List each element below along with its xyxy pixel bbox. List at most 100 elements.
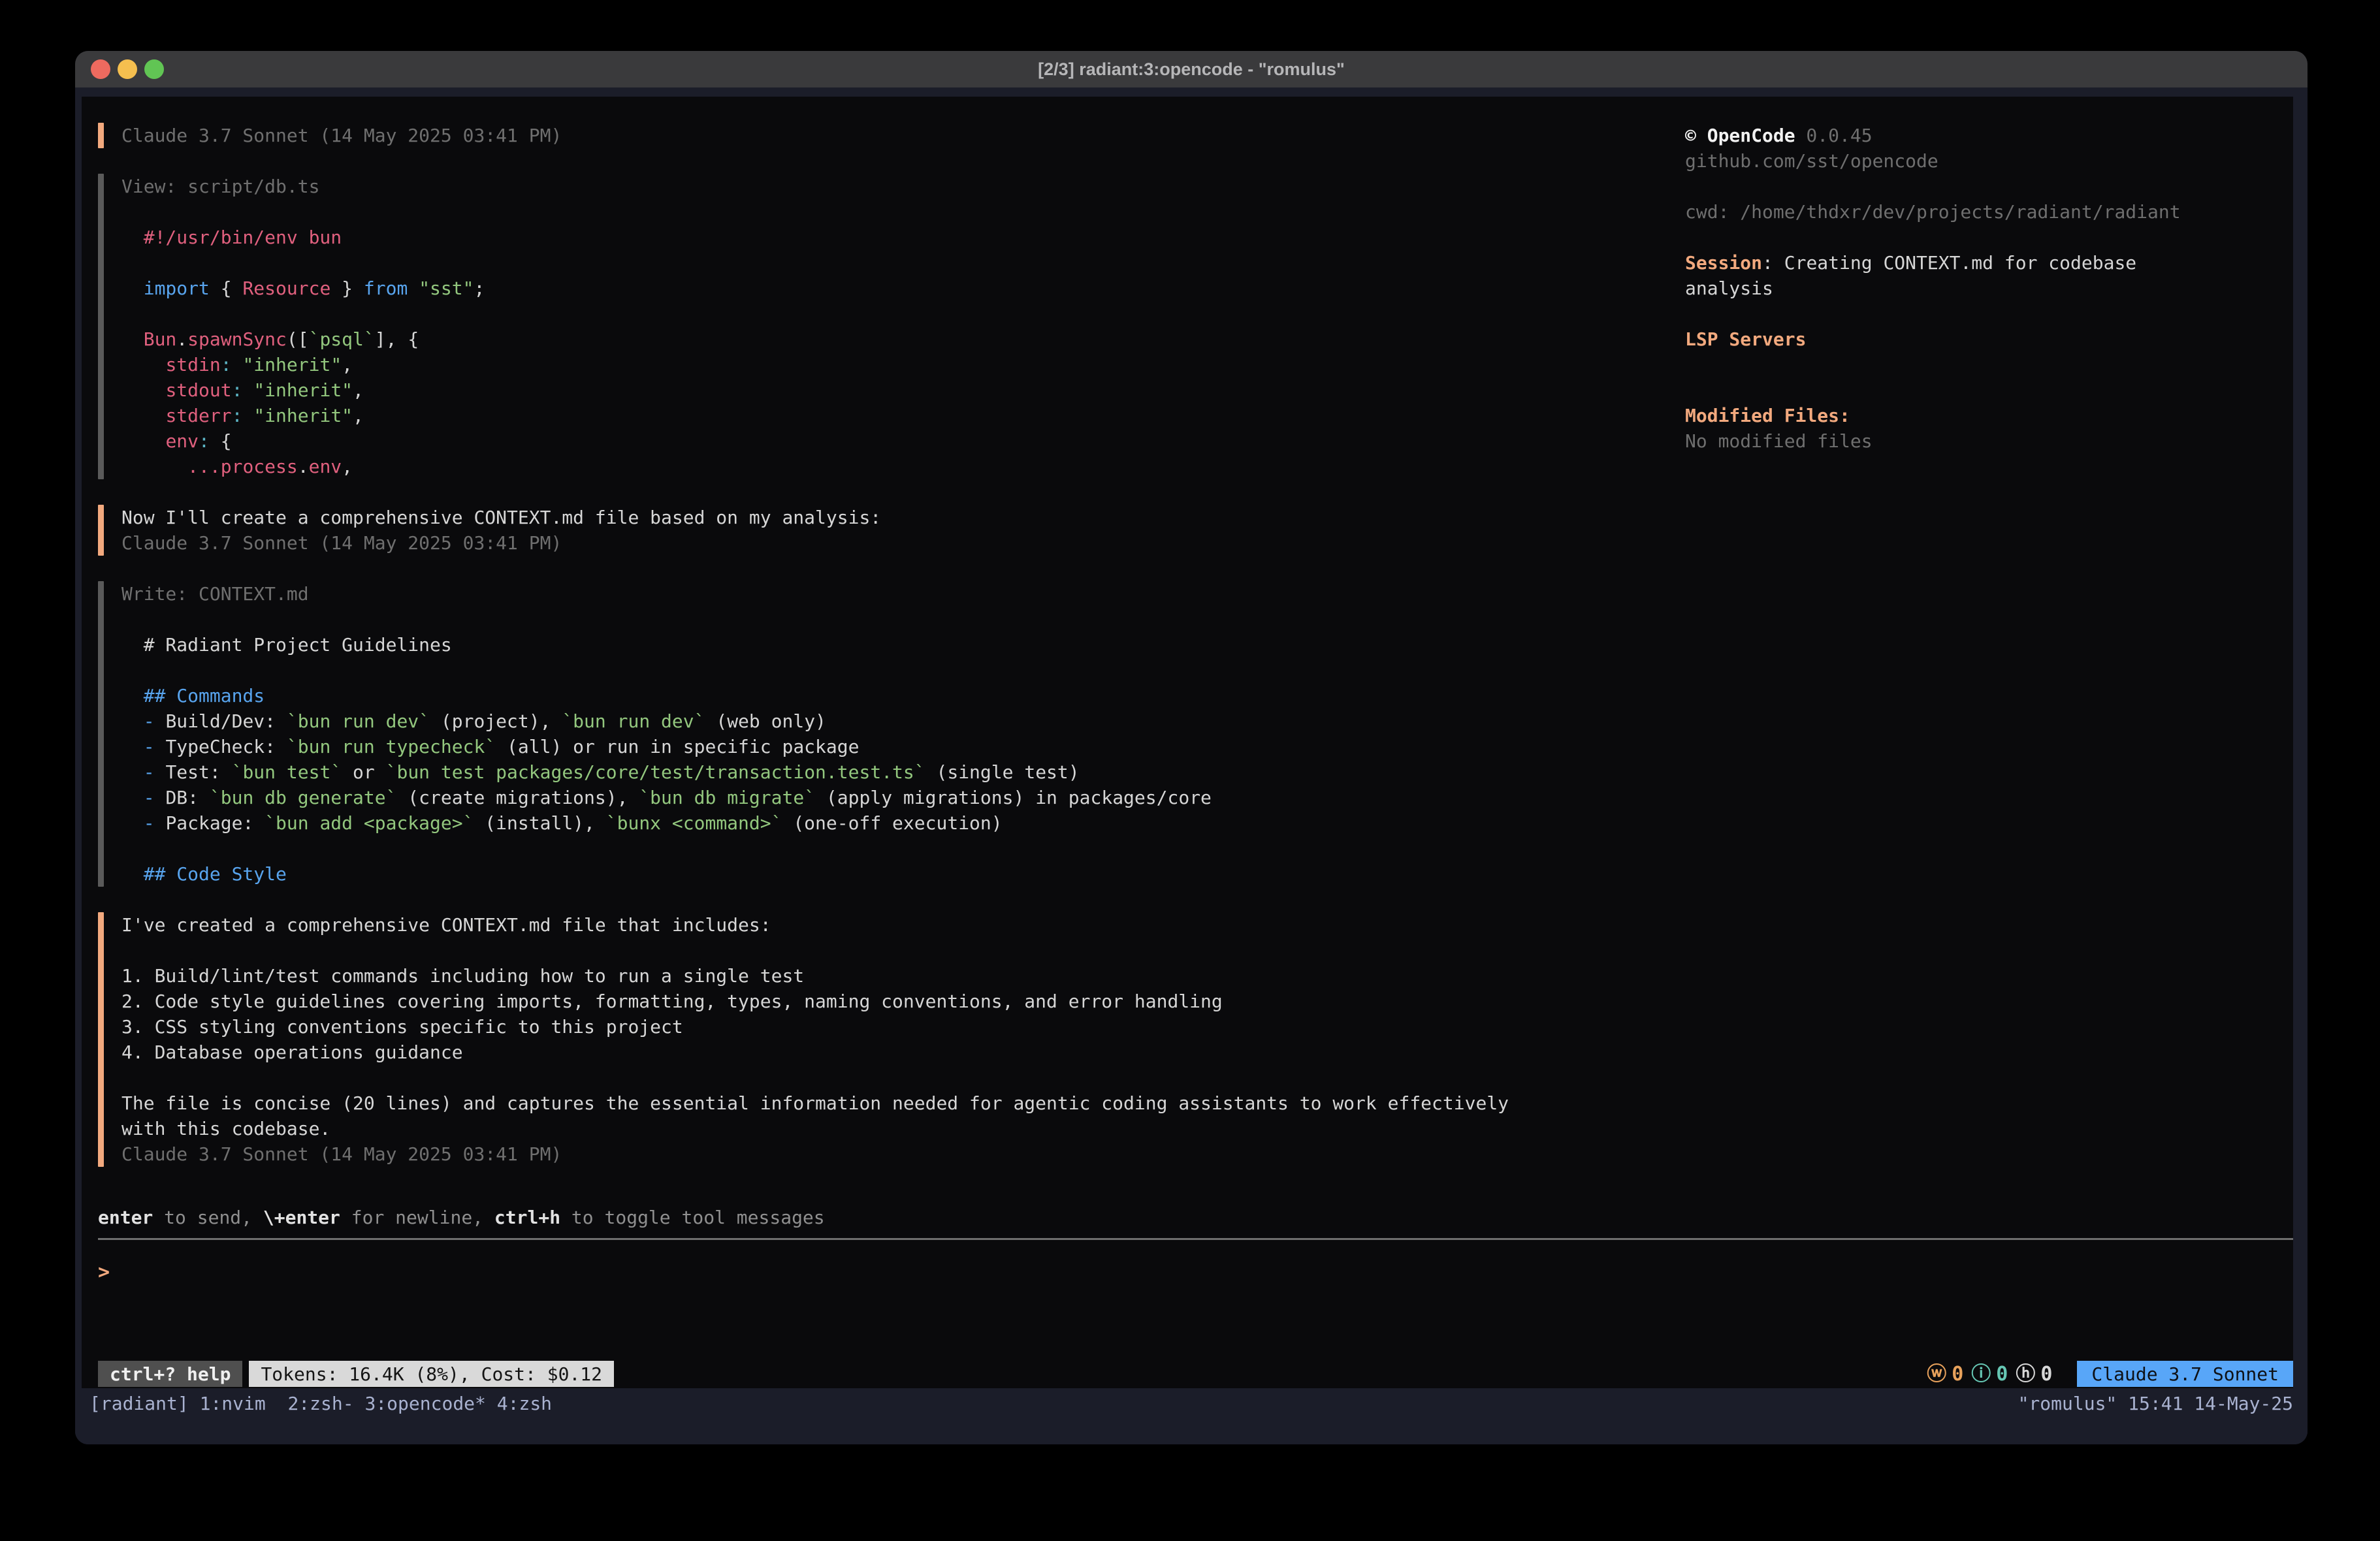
text-segment: 1. Build/lint/test commands including ho…	[121, 965, 804, 987]
text-segment	[121, 354, 165, 375]
transcript-line: 2. Code style guidelines covering import…	[121, 989, 1509, 1014]
text-segment	[121, 456, 187, 477]
text-segment: (single test)	[925, 761, 1080, 783]
text-segment: `bun add <package>`	[265, 812, 474, 834]
sidebar-line: Modified Files:	[1685, 403, 2280, 428]
text-segment: Claude 3.7 Sonnet (14 May 2025 03:41 PM)	[121, 1143, 562, 1165]
message-accent-bar	[98, 912, 104, 1167]
text-segment	[121, 328, 144, 350]
text-segment: ,	[342, 456, 353, 477]
text-segment: I've created a comprehensive CONTEXT.md …	[121, 914, 771, 936]
text-segment: No modified files	[1685, 430, 1873, 452]
window-titlebar[interactable]: [2/3] radiant:3:opencode - "romulus"	[75, 51, 2308, 87]
text-segment: -	[121, 812, 165, 834]
text-segment: Now I'll create a comprehensive CONTEXT.…	[121, 507, 881, 528]
text-segment: with this codebase.	[121, 1118, 330, 1139]
diagnostic-count: 0	[1996, 1361, 2008, 1387]
text-segment: analysis	[1685, 278, 1773, 299]
opencode-app: Claude 3.7 Sonnet (14 May 2025 03:41 PM)…	[82, 97, 2293, 1391]
tokens-cost-chip: Tokens: 16.4K (8%), Cost: $0.12	[249, 1361, 614, 1387]
text-segment	[121, 278, 144, 299]
text-segment: View: script/db.ts	[121, 176, 319, 197]
sidebar-line: LSP Servers	[1685, 326, 2280, 352]
text-segment: ...process	[187, 456, 298, 477]
prompt-marker: >	[98, 1260, 2293, 1285]
transcript-line: ## Code Style	[121, 861, 1212, 887]
text-segment: ,	[353, 405, 364, 426]
keybinding-hint: enter to send, \+enter for newline, ctrl…	[98, 1205, 2293, 1230]
transcript-line	[121, 938, 1509, 963]
text-segment: DB:	[165, 787, 209, 808]
block-lines: Write: CONTEXT.md # Radiant Project Guid…	[121, 581, 1212, 887]
input-divider	[98, 1238, 2293, 1240]
text-segment: import	[144, 278, 210, 299]
transcript-line: Claude 3.7 Sonnet (14 May 2025 03:41 PM)	[121, 1141, 1509, 1167]
transcript-line: with this codebase.	[121, 1116, 1509, 1141]
text-segment: `bun db migrate`	[639, 787, 815, 808]
text-segment: ], {	[375, 328, 419, 350]
text-segment: `bunx <command>`	[606, 812, 782, 834]
text-segment: enter	[98, 1207, 153, 1228]
transcript-line: ...process.env,	[121, 454, 485, 479]
text-segment: 4. Database operations guidance	[121, 1041, 463, 1063]
text-segment: {	[210, 278, 243, 299]
text-segment: ## Code Style	[121, 863, 287, 885]
tmux-window[interactable]: 2:zsh-	[287, 1391, 364, 1416]
message-input[interactable]	[98, 1285, 2293, 1363]
text-segment: -	[121, 761, 165, 783]
transcript-line	[121, 658, 1212, 683]
minimize-button[interactable]	[118, 59, 137, 79]
text-segment: "sst"	[419, 278, 474, 299]
text-segment: `bun run dev`	[562, 710, 705, 732]
tool-accent-bar	[98, 174, 104, 479]
assistant-message-block: I've created a comprehensive CONTEXT.md …	[98, 912, 2293, 1167]
sidebar-line	[1685, 301, 2280, 326]
tmux-session-info: "romulus" 15:41 14-May-25	[2018, 1391, 2293, 1416]
diagnostic-count: 0	[2040, 1361, 2052, 1387]
text-segment: }	[330, 278, 364, 299]
text-segment: stdin	[165, 354, 220, 375]
transcript-line: - Test: `bun test` or `bun test packages…	[121, 759, 1212, 785]
transcript-line	[121, 836, 1212, 861]
text-segment: ctrl+h	[494, 1207, 560, 1228]
transcript-line: - Package: `bun add <package>` (install)…	[121, 810, 1212, 836]
transcript-line: env: {	[121, 428, 485, 454]
zoom-button[interactable]	[144, 59, 164, 79]
text-segment: The file is concise (20 lines) and captu…	[121, 1092, 1509, 1114]
block-lines: View: script/db.ts #!/usr/bin/env bun im…	[121, 174, 485, 479]
tmux-window[interactable]: 1:nvim	[200, 1391, 288, 1416]
text-segment: \+enter	[263, 1207, 340, 1228]
tmux-window[interactable]: 4:zsh	[497, 1391, 552, 1416]
text-segment: Claude 3.7 Sonnet (14 May 2025 03:41 PM)	[121, 532, 562, 554]
tmux-window[interactable]: 3:opencode*	[364, 1391, 496, 1416]
text-segment: "inherit"	[242, 354, 342, 375]
text-segment: (web only)	[705, 710, 826, 732]
close-button[interactable]	[91, 59, 110, 79]
text-segment	[121, 379, 165, 401]
text-segment: ,	[353, 379, 364, 401]
transcript-line: Claude 3.7 Sonnet (14 May 2025 03:41 PM)	[121, 123, 562, 148]
transcript-line	[121, 250, 485, 276]
sidebar-line	[1685, 377, 2280, 403]
message-accent-bar	[98, 505, 104, 556]
text-segment: Write: CONTEXT.md	[121, 583, 309, 605]
diagnostic-icon: ⓘ	[1971, 1361, 1991, 1387]
transcript-line: 3. CSS styling conventions specific to t…	[121, 1014, 1509, 1040]
text-segment	[121, 405, 165, 426]
transcript-line: Now I'll create a comprehensive CONTEXT.…	[121, 505, 881, 530]
diagnostic-count: 0	[1952, 1361, 1963, 1387]
transcript-line	[121, 607, 1212, 632]
text-segment: env	[165, 430, 199, 452]
window-title: [2/3] radiant:3:opencode - "romulus"	[1038, 59, 1345, 80]
text-segment	[232, 354, 243, 375]
text-segment: {	[210, 430, 232, 452]
model-chip[interactable]: Claude 3.7 Sonnet	[2077, 1361, 2293, 1387]
sidebar-line: github.com/sst/opencode	[1685, 148, 2280, 174]
text-segment	[242, 379, 253, 401]
text-segment: (apply migrations) in packages/core	[815, 787, 1212, 808]
transcript-line: The file is concise (20 lines) and captu…	[121, 1090, 1509, 1116]
help-chip[interactable]: ctrl+? help	[98, 1361, 242, 1387]
tmux-window-list: [radiant] 1:nvim 2:zsh- 3:opencode* 4:zs…	[89, 1391, 552, 1416]
text-segment: 2. Code style guidelines covering import…	[121, 991, 1223, 1012]
text-segment: © OpenCode	[1685, 125, 1795, 146]
